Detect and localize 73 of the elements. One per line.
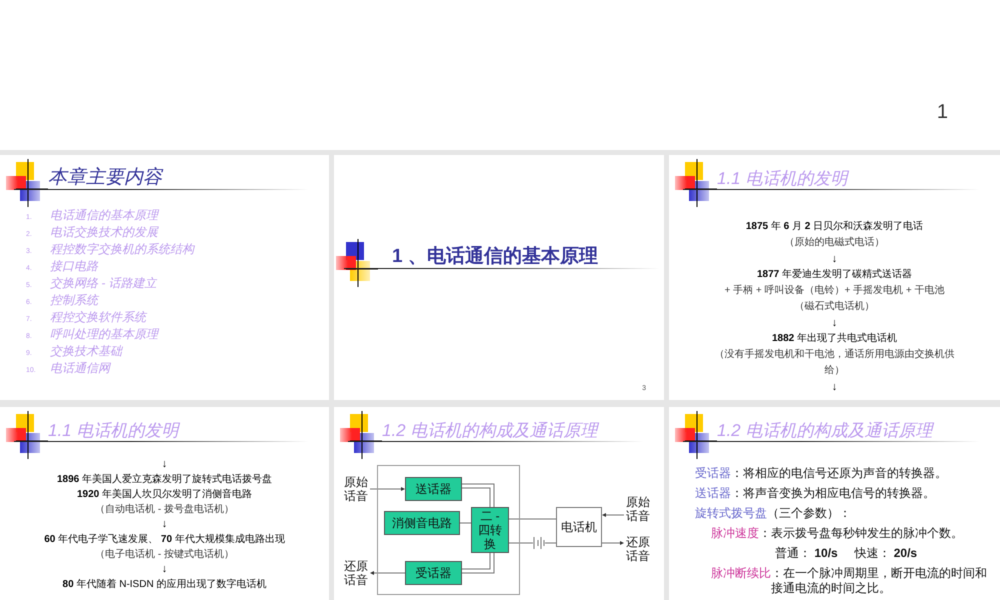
battery-icon bbox=[534, 536, 544, 550]
diagram-label: 原始话音 bbox=[626, 495, 651, 523]
sidetone-block: 消侧音电路 bbox=[384, 511, 460, 535]
telephone-block: 电话机 bbox=[556, 507, 602, 547]
slide-title: 1.1 电话机的发明 bbox=[717, 168, 848, 190]
signal-arrow bbox=[370, 571, 406, 575]
down-arrow: ↓ bbox=[832, 380, 838, 395]
contents-item: 呼叫处理的基本原理 bbox=[50, 326, 158, 343]
slide-title: 1.2 电话机的构成及通话原理 bbox=[382, 420, 598, 442]
wire bbox=[508, 518, 556, 520]
note-text: （原始的电磁式电话） bbox=[784, 236, 884, 250]
down-arrow: ↓ bbox=[832, 252, 838, 267]
term-label: 旋转式拨号盘 bbox=[695, 505, 767, 522]
term-label: 送话器 bbox=[695, 485, 731, 502]
definition-text: ：在一个脉冲周期里，断开电流的时间和接通电流的时间之比。 bbox=[771, 565, 988, 596]
contents-item: 交换网络 - 话路建立 bbox=[50, 275, 157, 292]
down-arrow: ↓ bbox=[162, 517, 168, 532]
event-text: 1920 年美国人坎贝尔发明了消侧音电路 bbox=[76, 488, 252, 502]
note-text: （磁石式电话机） bbox=[794, 300, 874, 314]
contents-item: 电话交换技术的发展 bbox=[50, 224, 158, 241]
wire bbox=[544, 542, 556, 544]
wire bbox=[462, 484, 494, 508]
corner-decoration-drawing bbox=[340, 411, 382, 459]
wire bbox=[508, 542, 534, 544]
slide-title: 本章主要内容 bbox=[48, 166, 162, 190]
signal-arrow bbox=[370, 487, 405, 491]
slide-title: 1.2 电话机的构成及通话原理 bbox=[717, 420, 932, 442]
signal-arrow bbox=[602, 513, 624, 517]
signal-arrow bbox=[602, 541, 624, 545]
event-text: 1896 年美国人爱立克森发明了旋转式电话拨号盘 bbox=[56, 472, 272, 487]
contents-item: 电话通信网 bbox=[50, 360, 110, 377]
contents-item: 接口电路 bbox=[50, 258, 98, 275]
corner-decoration-drawing bbox=[675, 159, 717, 207]
corner-decoration-drawing bbox=[6, 159, 48, 207]
definition-text: ：将声音变换为相应电信号的转换器。 bbox=[731, 485, 935, 502]
contents-item: 控制系统 bbox=[50, 292, 98, 309]
contents-item: 程控交换软件系统 bbox=[50, 309, 146, 326]
hybrid-block: 二 - 四转换 bbox=[471, 507, 509, 553]
receiver-block: 受话器 bbox=[405, 561, 462, 585]
contents-item: 电话通信的基本原理 bbox=[50, 207, 158, 224]
event-text: 60 年代电子学飞速发展、 70 年代大规模集成电路出现 bbox=[44, 532, 285, 547]
diagram-label: 还原话音 bbox=[344, 559, 369, 587]
diagram-label: 还原话音 bbox=[626, 535, 651, 563]
note-text: （电子电话机 - 按键式电话机） bbox=[95, 548, 234, 562]
corner-decoration-drawing bbox=[336, 239, 378, 287]
diagram-label: 原始话音 bbox=[344, 475, 369, 503]
note-text: （没有手摇发电机和干电池，通话所用电源由交换机供给） bbox=[714, 348, 954, 378]
definition-text: （三个参数）： bbox=[767, 505, 851, 522]
page-number: 1 bbox=[936, 101, 948, 124]
parameter-values: 普通： 10/s 快速： 20/s bbox=[774, 545, 918, 562]
down-arrow: ↓ bbox=[832, 316, 838, 331]
down-arrow: ↓ bbox=[162, 562, 168, 577]
corner-decoration-drawing bbox=[6, 411, 48, 459]
term-label: 脉冲速度 bbox=[711, 525, 759, 542]
wire bbox=[460, 522, 472, 524]
note-text: （自动电话机 - 拨号盘电话机） bbox=[95, 502, 234, 517]
term-label: 脉冲断续比 bbox=[711, 565, 771, 582]
transmitter-block: 送话器 bbox=[405, 477, 462, 501]
event-text: 1877 年爱迪生发明了碳精式送话器 bbox=[756, 268, 912, 282]
contents-item: 交换技术基础 bbox=[50, 343, 122, 360]
definition-text: ：表示拨号盘每秒钟发生的脉冲个数。 bbox=[759, 525, 963, 542]
note-text: + 手柄 + 呼叫设备（电铃）+ 手摇发电机 + 干电池 bbox=[724, 284, 945, 298]
contents-item: 程控数字交换机的系统结构 bbox=[50, 241, 194, 258]
event-text: 1875 年 6 月 2 日贝尔和沃森发明了电话 bbox=[746, 220, 924, 234]
section-title: 1 、电话通信的基本原理 bbox=[392, 244, 598, 269]
event-text: 80 年代随着 N-ISDN 的应用出现了数字电话机 bbox=[62, 578, 266, 592]
event-text: 1882 年出现了共电式电话机 bbox=[772, 332, 898, 346]
corner-decoration-drawing bbox=[675, 411, 717, 459]
wire bbox=[462, 552, 494, 574]
definition-text: ：将相应的电信号还原为声音的转换器。 bbox=[731, 465, 947, 482]
slide-title: 1.1 电话机的发明 bbox=[48, 420, 178, 442]
down-arrow: ↓ bbox=[162, 457, 168, 472]
term-label: 受话器 bbox=[695, 465, 731, 482]
